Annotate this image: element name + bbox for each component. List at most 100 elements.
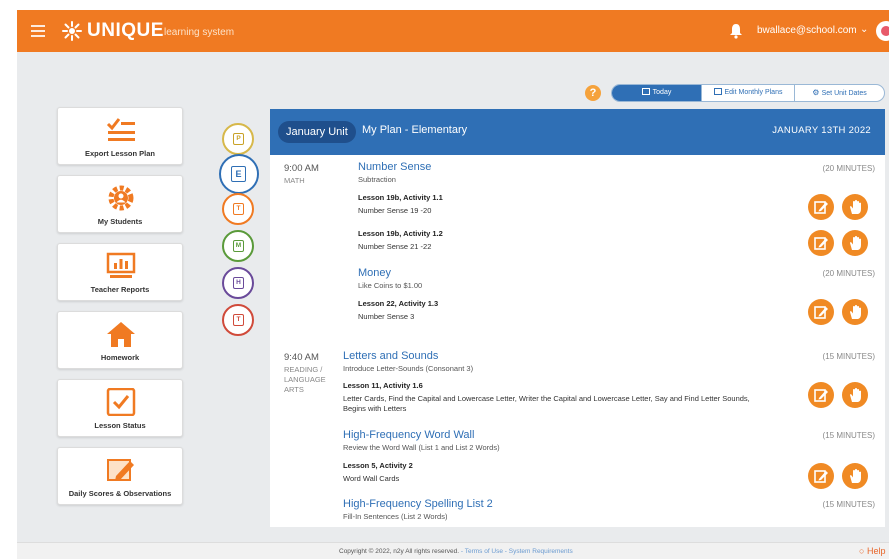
my-students-tile[interactable]: My Students bbox=[57, 175, 183, 233]
interact-activity-button[interactable] bbox=[842, 194, 868, 220]
chevron-down-icon[interactable]: ⌄ bbox=[860, 24, 868, 35]
checklist-icon bbox=[106, 118, 135, 141]
unit-selector[interactable]: January Unit bbox=[278, 121, 356, 143]
day-circle-t2[interactable]: T bbox=[222, 304, 254, 336]
lesson-minutes: (15 MINUTES) bbox=[822, 500, 875, 509]
calendar-icon: E bbox=[231, 166, 246, 182]
help-label: Help bbox=[866, 546, 886, 556]
session-subject: LANGUAGE bbox=[284, 375, 326, 384]
interact-activity-button[interactable] bbox=[842, 230, 868, 256]
interact-activity-button[interactable] bbox=[842, 382, 868, 408]
day-circle-e[interactable]: E bbox=[219, 154, 259, 194]
tile-label: My Students bbox=[97, 217, 143, 226]
app-window: UNIQUE learning system bwallace@school.c… bbox=[17, 10, 889, 559]
lesson-subtitle: Like Coins to $1.00 bbox=[358, 281, 423, 290]
edit-activity-button[interactable] bbox=[808, 299, 834, 325]
export-lesson-plan-tile[interactable]: Export Lesson Plan bbox=[57, 107, 183, 165]
session-time: 9:40 AM bbox=[284, 352, 319, 363]
lesson-subtitle: Review the Word Wall (List 1 and List 2 … bbox=[343, 443, 500, 452]
today-button[interactable]: Today bbox=[612, 85, 702, 101]
hand-icon bbox=[850, 305, 861, 319]
lesson-title[interactable]: High-Frequency Spelling List 2 bbox=[343, 498, 493, 510]
activity-name: Lesson 11, Activity 1.6 bbox=[343, 381, 423, 390]
lesson-title[interactable]: High-Frequency Word Wall bbox=[343, 429, 474, 441]
day-circle-h[interactable]: H bbox=[222, 267, 254, 299]
edit-monthly-label: Edit Monthly Plans bbox=[724, 89, 783, 96]
tile-label: Export Lesson Plan bbox=[84, 149, 156, 158]
tile-label: Homework bbox=[100, 353, 140, 362]
logo-icon bbox=[62, 21, 82, 41]
set-unit-dates-label: Set Unit Dates bbox=[821, 90, 867, 97]
session-subject: READING / bbox=[284, 365, 323, 374]
session-subject: MATH bbox=[284, 176, 305, 185]
teacher-reports-tile[interactable]: Teacher Reports bbox=[57, 243, 183, 301]
calendar-icon: P bbox=[233, 133, 244, 145]
homework-tile[interactable]: Homework bbox=[57, 311, 183, 369]
footer: Copyright © 2022, n2y All rights reserve… bbox=[17, 542, 889, 559]
lesson-minutes: (20 MINUTES) bbox=[822, 269, 875, 278]
house-icon bbox=[107, 322, 135, 347]
lesson-minutes: (15 MINUTES) bbox=[822, 431, 875, 440]
top-bar: UNIQUE learning system bwallace@school.c… bbox=[17, 10, 889, 52]
help-icon[interactable]: ? bbox=[585, 85, 601, 101]
plan-title: My Plan - Elementary bbox=[362, 124, 468, 136]
lesson-subtitle: Fill-In Sentences (List 2 Words) bbox=[343, 512, 448, 521]
activity-name: Lesson 22, Activity 1.3 bbox=[358, 299, 439, 308]
edit-activity-button[interactable] bbox=[808, 230, 834, 256]
interact-activity-button[interactable] bbox=[842, 463, 868, 489]
plan-date: JANUARY 13TH 2022 bbox=[772, 125, 871, 136]
calendar-icon bbox=[713, 88, 722, 95]
daily-scores-tile[interactable]: Daily Scores & Observations bbox=[57, 447, 183, 505]
checkbox-icon bbox=[106, 388, 136, 416]
calendar-icon: H bbox=[233, 277, 244, 289]
session-subject: ARTS bbox=[284, 385, 304, 394]
lesson-minutes: (20 MINUTES) bbox=[822, 164, 875, 173]
activity-detail: Number Sense 19 -20 bbox=[358, 206, 432, 215]
lesson-title[interactable]: Letters and Sounds bbox=[343, 350, 438, 362]
avatar[interactable] bbox=[876, 21, 889, 41]
day-circle-m[interactable]: M bbox=[222, 230, 254, 262]
edit-notes-icon bbox=[814, 306, 828, 319]
set-unit-dates-button[interactable]: ⚙ Set Unit Dates bbox=[795, 85, 884, 101]
calendar-icon: T bbox=[233, 314, 244, 326]
activity-name: Lesson 19b, Activity 1.1 bbox=[358, 193, 443, 202]
user-email[interactable]: bwallace@school.com bbox=[757, 25, 857, 36]
plan-panel: January Unit My Plan - Elementary JANUAR… bbox=[270, 109, 885, 527]
calendar-icon: T bbox=[233, 203, 244, 215]
interact-activity-button[interactable] bbox=[842, 299, 868, 325]
edit-monthly-plans-button[interactable]: Edit Monthly Plans bbox=[702, 85, 795, 101]
view-switcher: Today Edit Monthly Plans ⚙ Set Unit Date… bbox=[611, 84, 885, 102]
tile-label: Lesson Status bbox=[94, 421, 146, 430]
reports-chart-icon bbox=[106, 252, 136, 278]
day-circle-t[interactable]: T bbox=[222, 193, 254, 225]
edit-activity-button[interactable] bbox=[808, 463, 834, 489]
lesson-title[interactable]: Number Sense bbox=[358, 161, 431, 173]
hand-icon bbox=[850, 236, 861, 250]
edit-activity-button[interactable] bbox=[808, 382, 834, 408]
plan-header: January Unit My Plan - Elementary JANUAR… bbox=[270, 109, 885, 155]
today-label: Today bbox=[652, 89, 672, 96]
edit-notes-icon bbox=[814, 237, 828, 250]
calendar-icon: M bbox=[233, 240, 244, 252]
brand-name: UNIQUE bbox=[87, 20, 164, 41]
day-circle-p[interactable]: P bbox=[222, 123, 254, 155]
activity-detail: Word Wall Cards bbox=[343, 474, 400, 483]
lesson-title[interactable]: Money bbox=[358, 267, 391, 279]
heart-icon bbox=[881, 26, 889, 36]
activity-detail: Number Sense 21 -22 bbox=[358, 242, 432, 251]
menu-icon[interactable] bbox=[31, 25, 45, 37]
tile-label: Daily Scores & Observations bbox=[68, 489, 172, 498]
bell-icon[interactable] bbox=[729, 23, 743, 39]
edit-notes-icon bbox=[814, 389, 828, 402]
activity-detail: Letter Cards, Find the Capital and Lower… bbox=[343, 394, 750, 403]
session-time: 9:00 AM bbox=[284, 163, 319, 174]
lesson-status-tile[interactable]: Lesson Status bbox=[57, 379, 183, 437]
calendar-icon bbox=[641, 88, 650, 95]
footer-links[interactable]: - Terms of Use - System Requirements bbox=[459, 548, 573, 555]
lesson-subtitle: Introduce Letter-Sounds (Consonant 3) bbox=[343, 364, 474, 373]
activity-detail: Begins with Letters bbox=[343, 404, 407, 413]
edit-activity-button[interactable] bbox=[808, 194, 834, 220]
lesson-subtitle: Subtraction bbox=[358, 175, 396, 184]
chat-icon: ○ bbox=[859, 546, 865, 556]
help-link[interactable]: ○ Help bbox=[859, 546, 885, 556]
